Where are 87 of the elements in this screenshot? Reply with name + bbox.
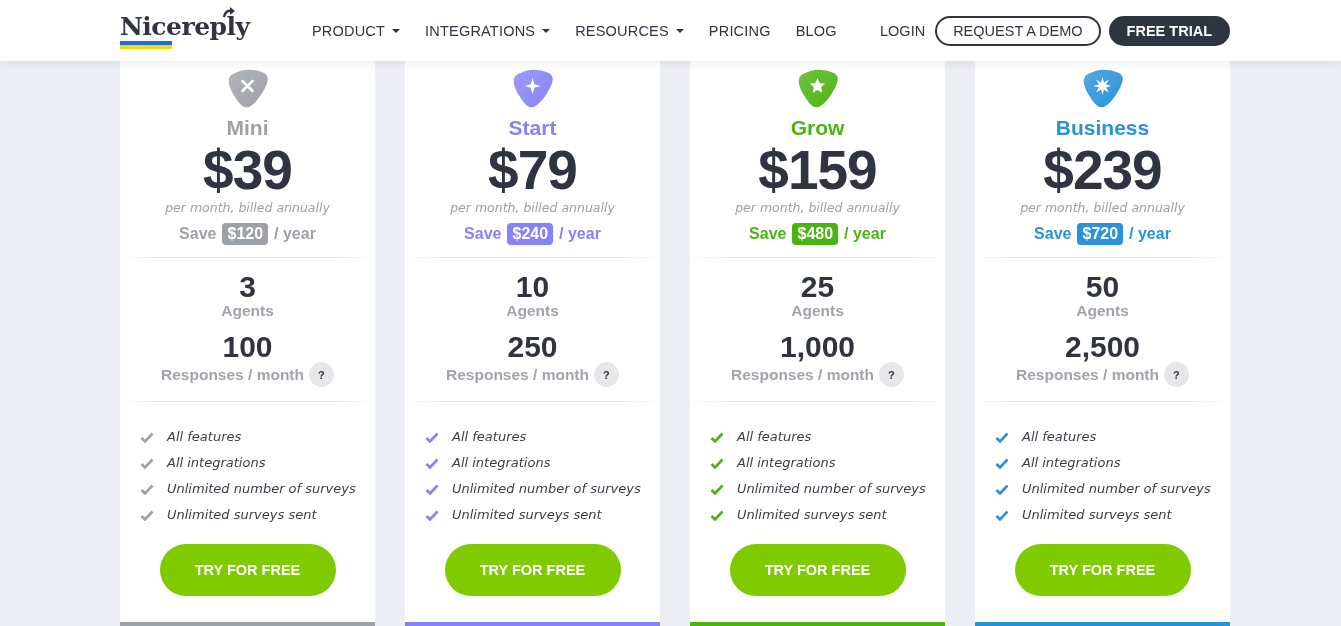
check-icon <box>710 457 724 469</box>
agents-label: Agents <box>791 302 844 320</box>
nav-link[interactable]: INTEGRATIONS <box>425 22 551 39</box>
check-icon <box>140 509 154 521</box>
feature-text: All integrations <box>167 454 266 472</box>
check-icon <box>140 457 154 469</box>
billing-note: per month, billed annually <box>450 199 615 217</box>
agents-count: 50 <box>1085 272 1120 302</box>
agents-count: 10 <box>515 272 550 302</box>
help-button[interactable]: ? <box>1164 362 1189 387</box>
agents-label: Agents <box>221 302 274 320</box>
feature-text: Unlimited number of surveys <box>452 480 641 498</box>
billing-note: per month, billed annually <box>1020 199 1185 217</box>
agents-count: 3 <box>239 272 256 302</box>
nav-link[interactable]: RESOURCES <box>575 22 684 39</box>
feature-text: Unlimited surveys sent <box>737 506 887 524</box>
check-icon <box>425 509 439 521</box>
save-period: / year <box>1129 225 1171 243</box>
plan-name: Grow <box>790 115 845 141</box>
save-label: Save <box>749 225 787 243</box>
trial-button[interactable]: FREE TRIAL <box>1108 15 1230 46</box>
check-icon <box>710 509 724 521</box>
help-button[interactable]: ? <box>594 362 619 387</box>
check-icon <box>995 457 1009 469</box>
demo-button[interactable]: REQUEST A DEMO <box>935 15 1101 46</box>
feature-text: Unlimited surveys sent <box>1022 506 1172 524</box>
feature-text: Unlimited number of surveys <box>167 480 356 498</box>
arrow-icon <box>222 6 236 18</box>
check-icon <box>425 483 439 495</box>
logo-text[interactable]: Nicereply <box>120 12 250 41</box>
feature-text: All features <box>167 428 242 446</box>
save-period: / year <box>559 225 601 243</box>
feature-text: Unlimited surveys sent <box>452 506 602 524</box>
save-amount: $480 <box>792 223 839 245</box>
feature-text: All features <box>452 428 527 446</box>
responses-label: Responses / month <box>731 365 874 384</box>
agents-label: Agents <box>506 302 559 320</box>
responses-count: 1,000 <box>779 332 856 362</box>
plan-name: Business <box>1055 115 1150 141</box>
check-icon <box>995 509 1009 521</box>
agents-label: Agents <box>1076 302 1129 320</box>
nav-link[interactable]: BLOG <box>795 22 837 39</box>
responses-count: 250 <box>507 332 558 362</box>
save-period: / year <box>274 225 316 243</box>
check-icon <box>425 431 439 443</box>
check-icon <box>425 457 439 469</box>
check-icon <box>710 431 724 443</box>
responses-count: 2,500 <box>1064 332 1141 362</box>
plan-price: $39 <box>203 141 292 199</box>
responses-count: 100 <box>222 332 273 362</box>
plan-price: $159 <box>758 141 877 199</box>
feature-text: All integrations <box>1022 454 1121 472</box>
billing-note: per month, billed annually <box>165 199 330 217</box>
feature-text: Unlimited number of surveys <box>1022 480 1211 498</box>
billing-note: per month, billed annually <box>735 199 900 217</box>
nav-link[interactable]: PRICING <box>708 22 771 39</box>
feature-text: All features <box>1022 428 1097 446</box>
responses-label: Responses / month <box>1016 365 1159 384</box>
help-button[interactable]: ? <box>309 362 334 387</box>
help-button[interactable]: ? <box>879 362 904 387</box>
plan-price: $239 <box>1043 141 1162 199</box>
plan-price: $79 <box>488 141 577 199</box>
save-amount: $240 <box>507 223 554 245</box>
check-icon <box>140 431 154 443</box>
responses-label: Responses / month <box>446 365 589 384</box>
plan-name: Mini <box>226 115 269 141</box>
login-link[interactable]: LOGIN <box>880 22 926 39</box>
flag-icon <box>120 40 172 49</box>
responses-label: Responses / month <box>161 365 304 384</box>
check-icon <box>995 431 1009 443</box>
feature-text: Unlimited number of surveys <box>737 480 926 498</box>
check-icon <box>140 483 154 495</box>
save-label: Save <box>179 225 217 243</box>
save-label: Save <box>464 225 502 243</box>
feature-text: All integrations <box>737 454 836 472</box>
plan-name: Start <box>508 115 557 141</box>
check-icon <box>995 483 1009 495</box>
save-label: Save <box>1034 225 1072 243</box>
feature-text: Unlimited surveys sent <box>167 506 317 524</box>
agents-count: 25 <box>800 272 835 302</box>
feature-text: All integrations <box>452 454 551 472</box>
save-period: / year <box>844 225 886 243</box>
save-amount: $120 <box>222 223 269 245</box>
feature-text: All features <box>737 428 812 446</box>
nav-link[interactable]: PRODUCT <box>312 22 401 39</box>
check-icon <box>710 483 724 495</box>
save-amount: $720 <box>1077 223 1124 245</box>
